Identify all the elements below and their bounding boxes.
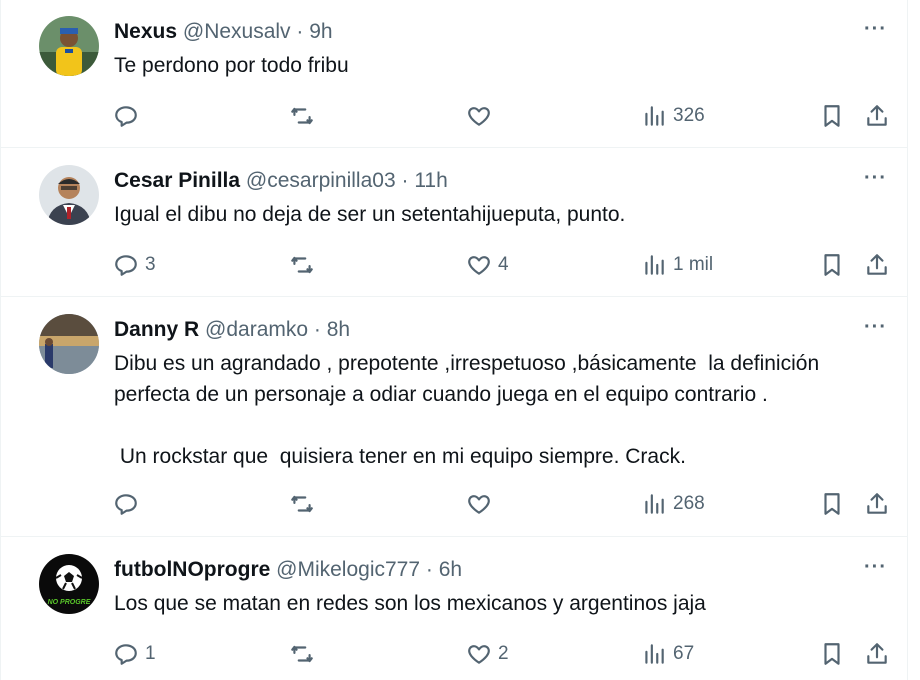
- retweet-button[interactable]: [289, 99, 321, 133]
- views-button[interactable]: 326: [641, 99, 705, 133]
- share-icon: [867, 254, 887, 275]
- share-icon: [867, 493, 887, 514]
- reply-button[interactable]: [113, 487, 145, 521]
- post-actions: 326: [1, 99, 907, 133]
- avatar[interactable]: NO PROGRE: [39, 554, 99, 614]
- post[interactable]: Nexus @Nexusalv · 9h ··· Te perdono por …: [1, 0, 907, 148]
- retweet-icon: [291, 645, 313, 663]
- post-time[interactable]: 6h: [439, 558, 462, 581]
- separator: ·: [290, 20, 310, 43]
- reply-icon: [115, 255, 137, 276]
- share-button[interactable]: [864, 487, 890, 521]
- retweet-icon: [291, 107, 313, 125]
- like-button[interactable]: [466, 99, 498, 133]
- post[interactable]: Danny R @daramko · 8h ··· Dibu es un agr…: [1, 298, 907, 537]
- heart-icon: [468, 495, 490, 514]
- like-count: 4: [498, 254, 509, 275]
- share-icon: [867, 643, 887, 664]
- post-text: Los que se matan en redes son los mexica…: [114, 592, 706, 615]
- view-count: 268: [673, 493, 705, 514]
- views-button[interactable]: 268: [641, 487, 705, 521]
- retweet-button[interactable]: [289, 487, 321, 521]
- like-button[interactable]: [466, 487, 498, 521]
- author-name[interactable]: Nexus: [114, 20, 177, 43]
- bookmark-icon: [824, 643, 840, 665]
- post-header: futbolNOprogre @Mikelogic777 · 6h: [114, 555, 462, 585]
- separator: ·: [420, 558, 439, 581]
- bookmark-button[interactable]: [819, 637, 845, 671]
- author-name[interactable]: futbolNOprogre: [114, 558, 270, 581]
- post-header: Danny R @daramko · 8h: [114, 315, 350, 345]
- heart-icon: [468, 256, 490, 275]
- more-options-icon[interactable]: ···: [864, 18, 887, 41]
- share-button[interactable]: [864, 637, 890, 671]
- reply-button[interactable]: [113, 99, 145, 133]
- heart-icon: [468, 107, 490, 126]
- replies-feed: Nexus @Nexusalv · 9h ··· Te perdono por …: [0, 0, 908, 680]
- more-options-icon[interactable]: ···: [864, 316, 887, 339]
- share-button[interactable]: [864, 248, 890, 282]
- post-actions: 268: [1, 487, 907, 521]
- post-actions: 1 2 67: [1, 637, 907, 671]
- share-icon: [867, 105, 887, 126]
- more-options-icon[interactable]: ···: [864, 167, 887, 190]
- heart-icon: [468, 645, 490, 664]
- reply-count: 3: [145, 254, 156, 275]
- like-button[interactable]: 2: [466, 637, 509, 671]
- bar-chart-icon: [645, 494, 664, 514]
- reply-icon: [115, 106, 137, 127]
- view-count: 1 mil: [673, 254, 714, 275]
- author-handle[interactable]: @daramko: [205, 318, 308, 341]
- bookmark-icon: [824, 254, 840, 276]
- bar-chart-icon: [645, 255, 664, 275]
- post-text: Dibu es un agrandado , prepotente ,irres…: [114, 352, 820, 468]
- reply-button[interactable]: 1: [113, 637, 156, 671]
- post-text: Te perdono por todo fribu: [114, 54, 349, 77]
- more-options-icon[interactable]: ···: [864, 556, 887, 579]
- post[interactable]: Cesar Pinilla @cesarpinilla03 · 11h ··· …: [1, 149, 907, 297]
- view-count: 326: [673, 105, 705, 126]
- author-name[interactable]: Danny R: [114, 318, 199, 341]
- bookmark-icon: [824, 493, 840, 515]
- author-handle[interactable]: @Mikelogic777: [276, 558, 420, 581]
- reply-button[interactable]: 3: [113, 248, 156, 282]
- retweet-icon: [291, 256, 313, 274]
- bookmark-button[interactable]: [819, 487, 845, 521]
- bookmark-button[interactable]: [819, 99, 845, 133]
- reply-icon: [115, 494, 137, 515]
- post-time[interactable]: 9h: [309, 20, 332, 43]
- post-text: Igual el dibu no deja de ser un setentah…: [114, 203, 626, 226]
- avatar[interactable]: [39, 16, 99, 76]
- bar-chart-icon: [645, 644, 664, 664]
- author-handle[interactable]: @Nexusalv: [183, 20, 291, 43]
- post[interactable]: NO PROGRE futbolNOprogre @Mikelogic777 ·…: [1, 538, 907, 680]
- retweet-button[interactable]: [289, 637, 321, 671]
- separator: ·: [308, 318, 327, 341]
- post-time[interactable]: 11h: [414, 169, 447, 192]
- reply-count: 1: [145, 643, 156, 664]
- author-handle[interactable]: @cesarpinilla03: [246, 169, 396, 192]
- bar-chart-icon: [645, 106, 664, 126]
- like-button[interactable]: 4: [466, 248, 509, 282]
- share-button[interactable]: [864, 99, 890, 133]
- bookmark-icon: [824, 105, 840, 127]
- bookmark-button[interactable]: [819, 248, 845, 282]
- like-count: 2: [498, 643, 509, 664]
- retweet-button[interactable]: [289, 248, 321, 282]
- post-header: Nexus @Nexusalv · 9h: [114, 17, 333, 47]
- post-header: Cesar Pinilla @cesarpinilla03 · 11h: [114, 166, 448, 196]
- avatar[interactable]: [39, 314, 99, 374]
- author-name[interactable]: Cesar Pinilla: [114, 169, 240, 192]
- post-actions: 3 4 1 mil: [1, 248, 907, 282]
- post-time[interactable]: 8h: [327, 318, 350, 341]
- avatar-logo-text: NO PROGRE: [48, 599, 91, 606]
- views-button[interactable]: 67: [641, 637, 694, 671]
- retweet-icon: [291, 495, 313, 513]
- avatar[interactable]: [39, 165, 99, 225]
- separator: ·: [395, 169, 415, 192]
- views-button[interactable]: 1 mil: [641, 248, 713, 282]
- view-count: 67: [673, 643, 695, 664]
- reply-icon: [115, 644, 137, 665]
